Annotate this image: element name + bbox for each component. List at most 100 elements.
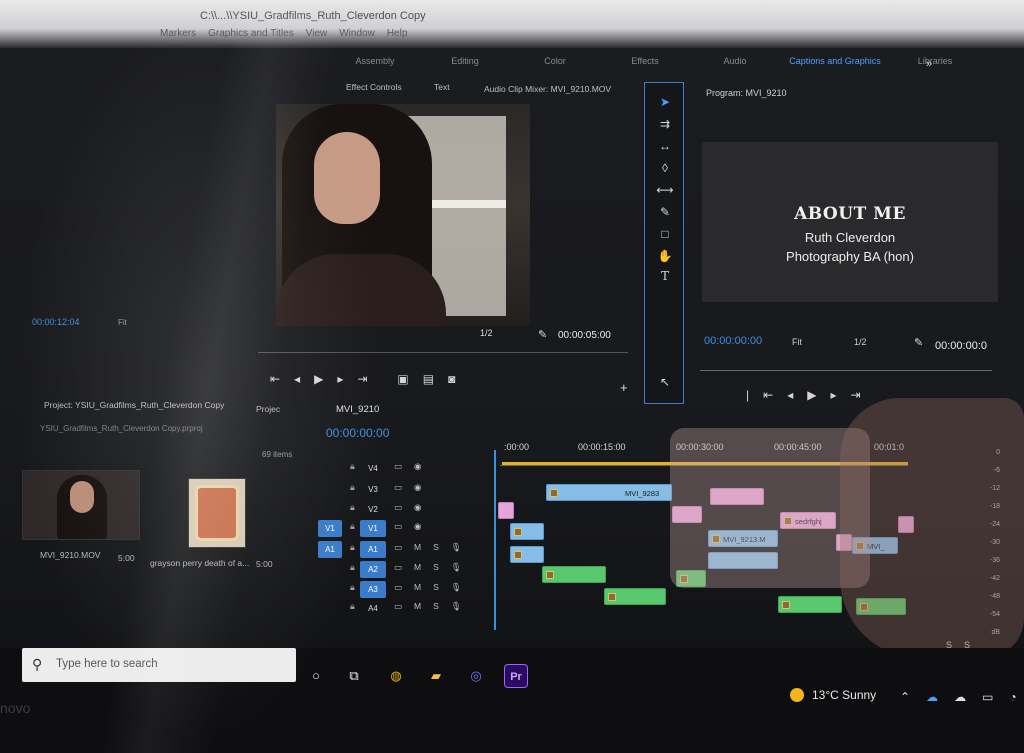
clip-pink-start[interactable] [498, 502, 514, 519]
file-explorer-icon[interactable]: ▰ [424, 664, 448, 688]
program-wrench-icon[interactable]: ✎ [914, 336, 923, 349]
step-back-icon[interactable]: ⇤ [270, 372, 280, 386]
sync-icon[interactable]: ▭ [394, 601, 402, 612]
lock-icon[interactable]: 🔒︎ [350, 482, 355, 493]
program-frame-back-icon[interactable]: ◂ [787, 388, 793, 402]
solo-button[interactable]: S [433, 542, 439, 553]
source-patch-a1[interactable]: A1 [318, 541, 342, 558]
timeline-playhead[interactable] [494, 450, 496, 630]
weather-widget[interactable]: 13°C Sunny [790, 688, 876, 702]
program-fit-dropdown[interactable]: Fit [792, 337, 802, 347]
eye-icon[interactable]: ◉ [414, 521, 421, 532]
sync-icon[interactable]: ▭ [394, 582, 402, 593]
solo-button[interactable]: S [433, 562, 439, 573]
camera-icon[interactable]: ◙ [448, 372, 455, 386]
sync-icon[interactable]: ▭ [394, 502, 402, 513]
solo-button[interactable]: S [433, 582, 439, 593]
tab-effect-controls[interactable]: Effect Controls [346, 82, 402, 92]
tab-audio-clip-mixer[interactable]: Audio Clip Mixer: MVI_9210.MOV [484, 84, 611, 94]
wrench-icon[interactable]: ✎ [538, 328, 547, 341]
eye-icon[interactable]: ◉ [414, 461, 421, 472]
cortana-icon[interactable]: ○ [304, 664, 328, 688]
step-forward-icon[interactable]: ⇥ [357, 372, 367, 386]
tab-text[interactable]: Text [434, 82, 450, 92]
menu-window[interactable]: Window [339, 28, 375, 39]
eye-icon[interactable]: ◉ [414, 502, 421, 513]
tab-captions-graphics[interactable]: Captions and Graphics [780, 56, 890, 66]
clip-a1-a[interactable] [510, 546, 544, 563]
program-frame-forward-icon[interactable]: ▸ [830, 388, 836, 402]
chevron-up-icon[interactable]: ⌃ [900, 690, 910, 704]
mic-icon[interactable]: 🎙︎ [451, 582, 462, 593]
cloud-icon[interactable]: ☁ [926, 690, 938, 704]
add-button-icon[interactable]: + [620, 380, 628, 395]
program-step-back-icon[interactable]: ⇤ [763, 388, 773, 402]
type-tool-icon[interactable]: T [655, 269, 675, 283]
project-panel-title[interactable]: Project: YSIU_Gradfilms_Ruth_Cleverdon C… [44, 400, 224, 410]
mic-icon[interactable]: 🎙︎ [451, 601, 462, 612]
menu-view[interactable]: View [306, 28, 328, 39]
track-name-v2[interactable]: V2 [360, 501, 386, 518]
play-icon[interactable]: ▶ [314, 372, 323, 386]
tab-audio[interactable]: Audio [690, 56, 780, 66]
program-scrub-bar[interactable] [700, 370, 992, 376]
razor-tool-icon[interactable]: ◊ [655, 161, 675, 175]
program-resolution-dropdown[interactable]: 1/2 [854, 337, 867, 347]
timeline-tab[interactable]: MVI_9210 [336, 404, 379, 415]
rectangle-tool-icon[interactable]: □ [655, 227, 675, 241]
mute-button[interactable]: M [414, 562, 421, 573]
lock-icon[interactable]: 🔒︎ [350, 562, 355, 573]
tab-editing[interactable]: Editing [420, 56, 510, 66]
mic-icon[interactable]: 🎙︎ [451, 542, 462, 553]
program-play-icon[interactable]: ▶ [807, 388, 816, 402]
track-name-v4[interactable]: V4 [360, 460, 386, 477]
mute-button[interactable]: M [414, 542, 421, 553]
messenger-icon[interactable]: ◎ [464, 664, 488, 688]
lock-icon[interactable]: 🔒︎ [350, 502, 355, 513]
eye-icon[interactable]: ◉ [414, 482, 421, 493]
ripple-edit-tool-icon[interactable]: ↔ [655, 139, 675, 153]
insert-icon[interactable]: ▣ [397, 372, 408, 386]
sync-icon[interactable]: ▭ [394, 461, 402, 472]
clip-thumbnail-mvi9210[interactable] [22, 470, 140, 540]
clip-v1-a[interactable] [510, 523, 544, 540]
tab-assembly[interactable]: Assembly [330, 56, 420, 66]
mute-button[interactable]: M [414, 582, 421, 593]
clip-thumbnail-grayson[interactable] [188, 478, 246, 548]
track-select-tool-icon[interactable]: ⇉ [655, 117, 675, 131]
battery-icon[interactable]: ▭ [982, 690, 993, 704]
menu-markers[interactable]: Markers [160, 28, 196, 39]
source-fit-dropdown[interactable]: Fit [118, 318, 127, 327]
program-monitor-label[interactable]: Program: MVI_9210 [706, 88, 787, 98]
lock-icon[interactable]: 🔒︎ [350, 601, 355, 612]
source-patch-v1[interactable]: V1 [318, 520, 342, 537]
track-name-a3[interactable]: A3 [360, 581, 386, 598]
selection-tool-icon[interactable]: ➤ [655, 95, 675, 109]
slip-tool-icon[interactable]: ⟷ [655, 183, 675, 197]
tab-color[interactable]: Color [510, 56, 600, 66]
program-marker-icon[interactable]: | [746, 388, 749, 402]
hand-tool-icon[interactable]: ✋ [655, 249, 675, 263]
cloud-outline-icon[interactable]: ☁ [954, 690, 966, 704]
track-name-a2[interactable]: A2 [360, 561, 386, 578]
premiere-pro-icon[interactable]: Pr [504, 664, 528, 688]
pen-tool-icon[interactable]: ✎ [655, 205, 675, 219]
wifi-icon[interactable]: ◔ [1009, 690, 1016, 704]
program-step-forward-icon[interactable]: ⇥ [850, 388, 860, 402]
source-resolution-dropdown[interactable]: 1/2 [480, 328, 493, 338]
clip-mvi9283[interactable]: MVI_9283 [546, 484, 672, 501]
audio-clip-1[interactable] [542, 566, 606, 583]
source-timecode[interactable]: 00:00:12:04 [32, 317, 80, 327]
chrome-icon[interactable]: ◍ [384, 664, 408, 688]
lock-icon[interactable]: 🔒︎ [350, 461, 355, 472]
mic-icon[interactable]: 🎙︎ [451, 562, 462, 573]
tab-libraries[interactable]: Libraries [890, 56, 980, 66]
timeline-timecode[interactable]: 00:00:00:00 [326, 426, 389, 440]
tab-effects[interactable]: Effects [600, 56, 690, 66]
menu-graphics[interactable]: Graphics and Titles [208, 28, 294, 39]
task-view-icon[interactable]: ⧉ [342, 664, 366, 688]
track-name-a4[interactable]: A4 [360, 600, 386, 617]
workspaces-overflow-button[interactable]: » [926, 58, 932, 70]
sync-icon[interactable]: ▭ [394, 562, 402, 573]
taskbar-search-input[interactable]: ⚲ Type here to search [22, 648, 296, 682]
